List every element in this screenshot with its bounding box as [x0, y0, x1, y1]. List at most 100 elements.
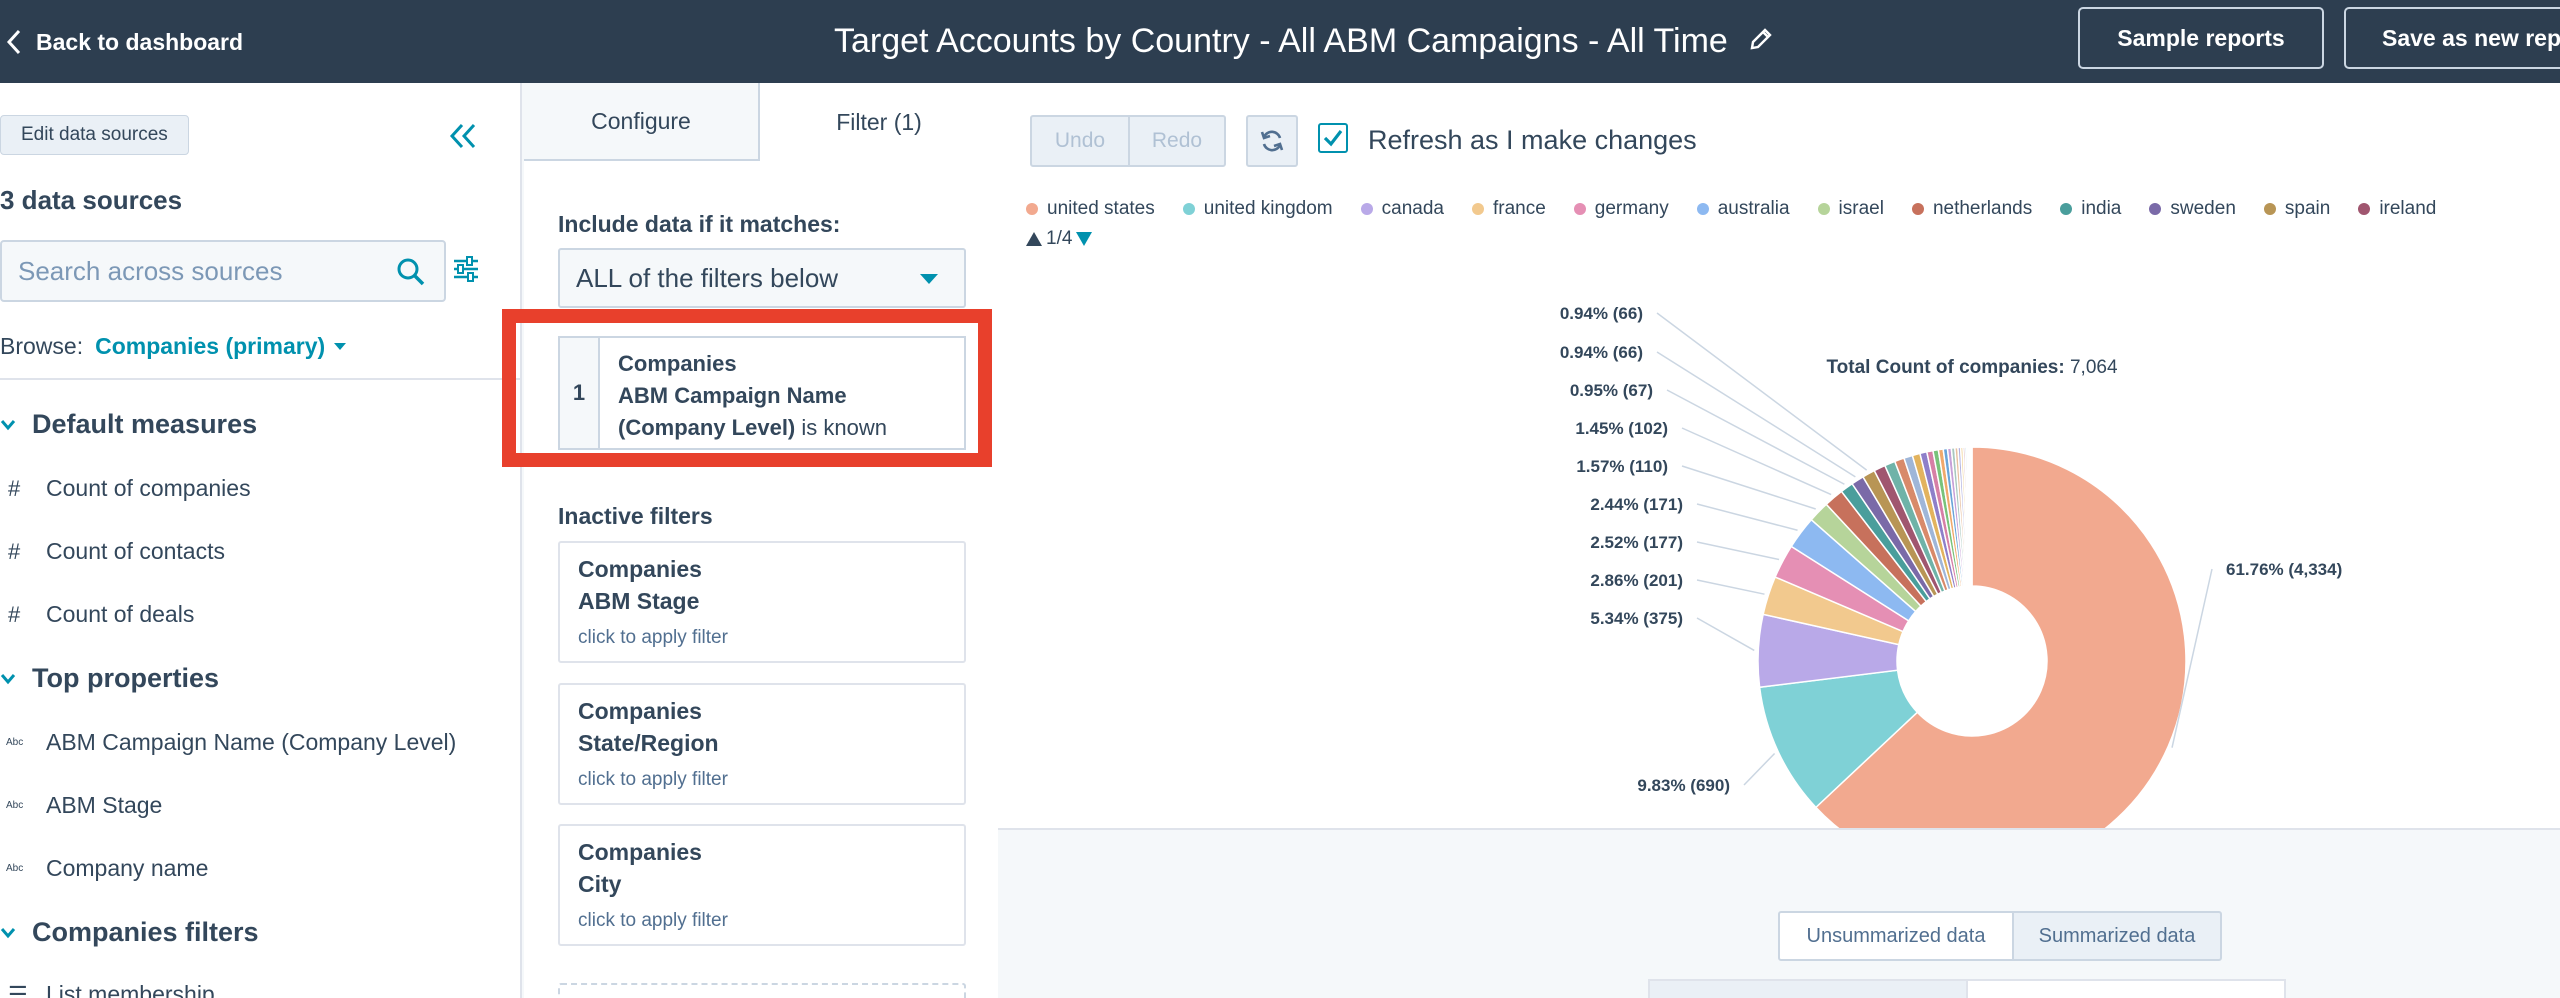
chevron-left-icon — [6, 29, 21, 55]
legend-item[interactable]: netherlands — [1911, 198, 2033, 220]
measure-label: Count of deals — [46, 601, 195, 627]
group-label: Top properties — [32, 663, 220, 693]
refresh-label[interactable]: Refresh as I make changes — [1368, 125, 1697, 156]
sliders-icon[interactable] — [452, 255, 480, 283]
measure-item[interactable]: # Count of companies — [0, 475, 251, 502]
filter-panel: Configure Filter (1) Include data if it … — [502, 83, 998, 998]
collapse-double-chevron-icon[interactable] — [446, 119, 480, 153]
legend-label: netherlands — [1932, 198, 2033, 219]
legend-item[interactable]: australia — [1696, 198, 1790, 220]
pencil-icon[interactable] — [1748, 26, 1774, 57]
legend-swatch — [2149, 203, 2162, 215]
apply-filter-hint: click to apply filter — [578, 769, 728, 790]
property-item[interactable]: Abc Company name — [0, 855, 208, 882]
measure-label: Count of contacts — [46, 538, 225, 564]
caret-down-icon — [334, 342, 347, 350]
slice-data-label: 2.44% (171) — [1590, 495, 1683, 514]
legend-page: 1/4 — [1046, 228, 1073, 249]
group-label: Companies filters — [32, 917, 259, 947]
measure-item[interactable]: # Count of contacts — [0, 538, 225, 565]
property-label: Company name — [46, 855, 209, 881]
back-label: Back to dashboard — [36, 28, 244, 55]
property-label: ABM Stage — [46, 792, 163, 818]
legend-swatch — [2358, 203, 2371, 215]
label-connector — [1681, 465, 1816, 510]
slice-data-label: 0.94% (66) — [1560, 304, 1643, 323]
data-sources-panel: Edit data sources 3 data sources Browse:… — [0, 83, 522, 998]
legend-item[interactable]: canada — [1360, 198, 1444, 220]
unsummarized-data-button[interactable]: Unsummarized data — [1778, 911, 2014, 961]
donut-chart: Total Count of companies: 7,064 61.76% (4… — [1560, 304, 2342, 876]
data-sources-count: 3 data sources — [0, 185, 183, 215]
legend-item[interactable]: spain — [2263, 198, 2330, 220]
search-input[interactable] — [18, 255, 378, 287]
inactive-filter-card-partial[interactable] — [558, 983, 966, 998]
slice-data-label: 2.52% (177) — [1590, 533, 1683, 552]
legend-swatch — [2060, 203, 2073, 215]
property-item[interactable]: Abc ABM Stage — [0, 792, 162, 819]
page-up-icon[interactable] — [1026, 232, 1042, 246]
legend-swatch — [1471, 203, 1484, 215]
measure-item[interactable]: # Count of deals — [0, 601, 194, 628]
legend-item[interactable]: ireland — [2358, 198, 2436, 220]
match-mode-dropdown[interactable]: ALL of the filters below — [558, 248, 966, 308]
slice-data-label: 9.83% (690) — [1637, 776, 1730, 795]
summarized-data-button[interactable]: Summarized data — [2012, 911, 2222, 961]
legend-item[interactable]: france — [1471, 198, 1546, 220]
text-type-icon: Abc — [6, 863, 24, 874]
apply-filter-hint: click to apply filter — [578, 910, 728, 931]
group-top-properties[interactable]: Top properties — [0, 663, 219, 694]
legend-item[interactable]: israel — [1817, 198, 1884, 220]
tab-filter[interactable]: Filter (1) — [760, 83, 998, 161]
undo-button[interactable]: Undo — [1030, 115, 1130, 167]
browse-selector: Browse: Companies (primary) — [0, 333, 347, 360]
chart-title-label: Total Count of companies: — [1826, 357, 2069, 378]
browse-dropdown[interactable]: Companies (primary) — [95, 333, 347, 360]
legend-label: france — [1492, 198, 1546, 219]
slice-data-label: 0.95% (67) — [1570, 381, 1653, 400]
slice-data-label: 2.86% (201) — [1590, 571, 1683, 590]
tab-configure[interactable]: Configure — [524, 83, 760, 161]
include-data-label: Include data if it matches: — [558, 211, 841, 237]
legend-label: ireland — [2379, 198, 2437, 219]
label-connector — [1696, 579, 1765, 595]
search-icon[interactable] — [396, 257, 426, 287]
filter-item[interactable]: ☰ List membership — [0, 981, 215, 998]
label-connector — [1696, 541, 1780, 561]
table-header-partial — [1966, 979, 2286, 998]
legend-item[interactable]: united states — [1026, 198, 1155, 220]
slice-data-label: 0.94% (66) — [1560, 343, 1643, 362]
report-title[interactable]: Target Accounts by Country - All ABM Cam… — [834, 22, 1728, 61]
legend-item[interactable]: germany — [1573, 198, 1669, 220]
inactive-filter-card[interactable]: Companies ABM Stage click to apply filte… — [558, 541, 966, 663]
refresh-checkbox[interactable] — [1318, 123, 1348, 153]
inactive-filter-card[interactable]: Companies State/Region click to apply fi… — [558, 683, 966, 805]
redo-button[interactable]: Redo — [1128, 115, 1226, 167]
legend-swatch — [1360, 203, 1373, 215]
legend-item[interactable]: united kingdom — [1182, 198, 1333, 220]
source-search-box[interactable] — [0, 240, 446, 302]
legend-label: united kingdom — [1203, 198, 1333, 219]
number-type-icon: # — [8, 601, 21, 627]
group-companies-filters[interactable]: Companies filters — [0, 917, 259, 948]
property-item[interactable]: Abc ABM Campaign Name (Company Level) — [0, 729, 456, 756]
legend-item[interactable]: sweden — [2149, 198, 2236, 220]
pie-slice[interactable] — [1970, 446, 1973, 587]
save-as-new-report-button[interactable]: Save as new rep — [2344, 7, 2560, 69]
label-connector — [1696, 617, 1755, 652]
legend-swatch — [1911, 203, 1924, 215]
inactive-filter-card[interactable]: Companies City click to apply filter — [558, 824, 966, 946]
top-header: Back to dashboard Target Accounts by Cou… — [0, 0, 2560, 83]
back-to-dashboard-link[interactable]: Back to dashboard — [6, 22, 243, 62]
edit-data-sources-button[interactable]: Edit data sources — [0, 115, 189, 155]
filter-object: Companies — [578, 698, 702, 724]
legend-label: sweden — [2170, 198, 2236, 219]
sample-reports-button[interactable]: Sample reports — [2078, 7, 2324, 69]
page-down-icon[interactable] — [1076, 232, 1093, 246]
legend-item[interactable]: india — [2060, 198, 2121, 220]
chevron-down-icon — [0, 419, 16, 430]
group-default-measures[interactable]: Default measures — [0, 409, 257, 440]
filter-object: Companies — [578, 839, 702, 865]
refresh-button[interactable] — [1246, 115, 1298, 167]
group-label: Default measures — [32, 409, 258, 439]
